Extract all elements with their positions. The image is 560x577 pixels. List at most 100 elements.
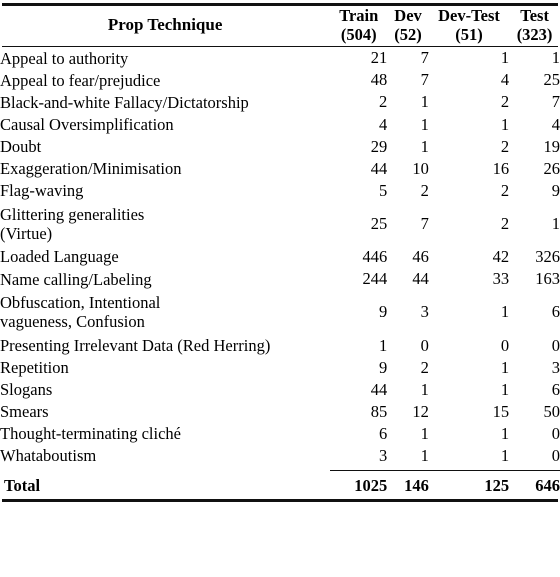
row-value-dev-test: 4 — [500, 70, 510, 90]
column-header-train-name: Train — [339, 6, 379, 25]
column-header-test: Test (323) — [509, 6, 560, 44]
row-label: Whataboutism — [0, 446, 97, 466]
row-value-dev: 7 — [420, 70, 429, 90]
row-value-dev: 1 — [420, 445, 429, 465]
row-value-test: 326 — [535, 247, 560, 267]
total-label: Total — [4, 476, 41, 496]
total-dev-test: 125 — [484, 476, 510, 496]
row-value-test: 4 — [551, 114, 560, 134]
total-separator-numbers-cell — [330, 467, 560, 473]
row-value-test: 163 — [535, 269, 560, 289]
row-value-dev-test: 16 — [492, 158, 510, 178]
row-value-test: 0 — [551, 445, 560, 465]
row-label: Thought-terminating cliché — [0, 424, 181, 444]
row-value-dev-test: 2 — [500, 214, 510, 233]
table-row: Obfuscation, Intentional vagueness, Confu… — [0, 290, 560, 334]
row-value-train: 244 — [362, 269, 388, 289]
row-value-train: 21 — [370, 48, 388, 68]
row-value-dev: 2 — [420, 180, 429, 200]
table-row: Loaded Language 446 46 42 326 — [0, 246, 560, 268]
row-value-train: 2 — [378, 92, 388, 112]
row-value-test: 26 — [543, 158, 560, 178]
table-row: Glittering generalities (Virtue) 25 7 2 1 — [0, 202, 560, 246]
table-header-row: Prop Technique Train (504) Dev (52) Dev-… — [0, 6, 560, 44]
table-row: Name calling/Labeling 244 44 33 163 — [0, 268, 560, 290]
column-header-dev-count: (52) — [394, 25, 422, 45]
row-label: Slogans — [0, 380, 53, 400]
row-label: Loaded Language — [0, 247, 119, 267]
row-label: Smears — [0, 402, 49, 422]
row-label: Name calling/Labeling — [0, 269, 152, 289]
row-value-dev-test: 15 — [492, 401, 510, 421]
row-value-train: 446 — [362, 247, 388, 267]
row-value-dev: 46 — [412, 247, 429, 267]
table-row: Appeal to authority 21 7 1 1 — [0, 47, 560, 69]
row-value-test: 9 — [551, 180, 560, 200]
row-label-multiline: Obfuscation, Intentional vagueness, Confu… — [0, 293, 330, 332]
column-header-prop-technique: Prop Technique — [107, 15, 223, 35]
row-label-line2: vagueness, Confusion — [0, 312, 145, 332]
row-value-train: 48 — [370, 70, 388, 90]
table-row: Slogans 44 1 1 6 — [0, 379, 560, 401]
table-row: Exaggeration/Minimisation 44 10 16 26 — [0, 158, 560, 180]
row-label: Flag-waving — [0, 181, 84, 201]
row-label: Exaggeration/Minimisation — [0, 159, 182, 179]
row-value-test: 7 — [551, 92, 560, 112]
row-value-dev: 1 — [420, 379, 429, 399]
row-value-dev: 0 — [420, 335, 429, 355]
row-value-dev-test: 33 — [492, 269, 510, 289]
row-label: Black-and-white Fallacy/Dictatorship — [0, 92, 249, 112]
table-bottom-rule — [2, 499, 558, 503]
table-row: Causal Oversimplification 4 1 1 4 — [0, 114, 560, 136]
table-row: Presenting Irrelevant Data (Red Herring)… — [0, 334, 560, 356]
row-value-test: 6 — [551, 379, 560, 399]
row-label: Causal Oversimplification — [0, 114, 174, 134]
total-dev: 146 — [404, 476, 429, 496]
prop-technique-table-container: Prop Technique Train (504) Dev (52) Dev-… — [0, 3, 560, 503]
column-header-test-count: (323) — [516, 25, 553, 45]
column-header-train: Train (504) — [330, 6, 387, 44]
table-footer: Total 1025 146 125 646 — [0, 467, 560, 499]
row-value-train: 4 — [378, 114, 388, 134]
row-label: Obfuscation, Intentional vagueness, Confu… — [0, 290, 330, 334]
row-value-dev: 1 — [420, 136, 429, 156]
row-value-dev: 1 — [420, 423, 429, 443]
row-value-dev-test: 2 — [500, 136, 510, 156]
total-row: Total 1025 146 125 646 — [0, 473, 560, 499]
column-header-dev-test-count: (51) — [455, 25, 483, 45]
column-header-dev-test-name: Dev-Test — [438, 6, 500, 25]
row-value-dev-test: 1 — [500, 357, 510, 377]
row-value-test: 19 — [543, 136, 560, 156]
row-label: Appeal to authority — [0, 48, 129, 68]
row-value-test: 6 — [551, 302, 560, 322]
table-row: Flag-waving 5 2 2 9 — [0, 180, 560, 202]
row-value-dev-test: 1 — [500, 302, 510, 322]
row-value-dev: 3 — [420, 302, 429, 322]
row-value-dev-test: 42 — [492, 247, 510, 267]
table-row: Doubt 29 1 2 19 — [0, 136, 560, 158]
table-row: Black-and-white Fallacy/Dictatorship 2 1 2 7 — [0, 91, 560, 113]
table-header: Prop Technique Train (504) Dev (52) Dev-… — [0, 6, 560, 48]
column-header-train-count: (504) — [340, 25, 377, 45]
row-label-multiline: Glittering generalities (Virtue) — [0, 205, 330, 244]
row-label: Appeal to fear/prejudice — [0, 70, 161, 90]
row-value-train: 3 — [378, 445, 388, 465]
row-label-line1: Glittering generalities — [0, 204, 145, 224]
row-value-dev-test: 1 — [500, 48, 510, 68]
row-value-dev: 12 — [412, 401, 429, 421]
row-value-dev-test: 1 — [500, 445, 510, 465]
row-value-train: 5 — [378, 180, 388, 200]
row-value-dev-test: 0 — [500, 335, 510, 355]
table-row: Appeal to fear/prejudice 48 7 4 25 — [0, 69, 560, 91]
row-value-test: 50 — [543, 401, 560, 421]
row-value-dev: 1 — [420, 92, 429, 112]
table-row: Whataboutism 3 1 1 0 — [0, 445, 560, 467]
row-value-dev-test: 1 — [500, 379, 510, 399]
row-value-test: 3 — [551, 357, 560, 377]
row-label: Glittering generalities (Virtue) — [0, 202, 330, 246]
total-rule — [330, 470, 560, 472]
row-value-train: 6 — [378, 423, 388, 443]
table-row: Thought-terminating cliché 6 1 1 0 — [0, 423, 560, 445]
row-value-test: 0 — [551, 335, 560, 355]
row-value-dev: 7 — [420, 48, 429, 68]
